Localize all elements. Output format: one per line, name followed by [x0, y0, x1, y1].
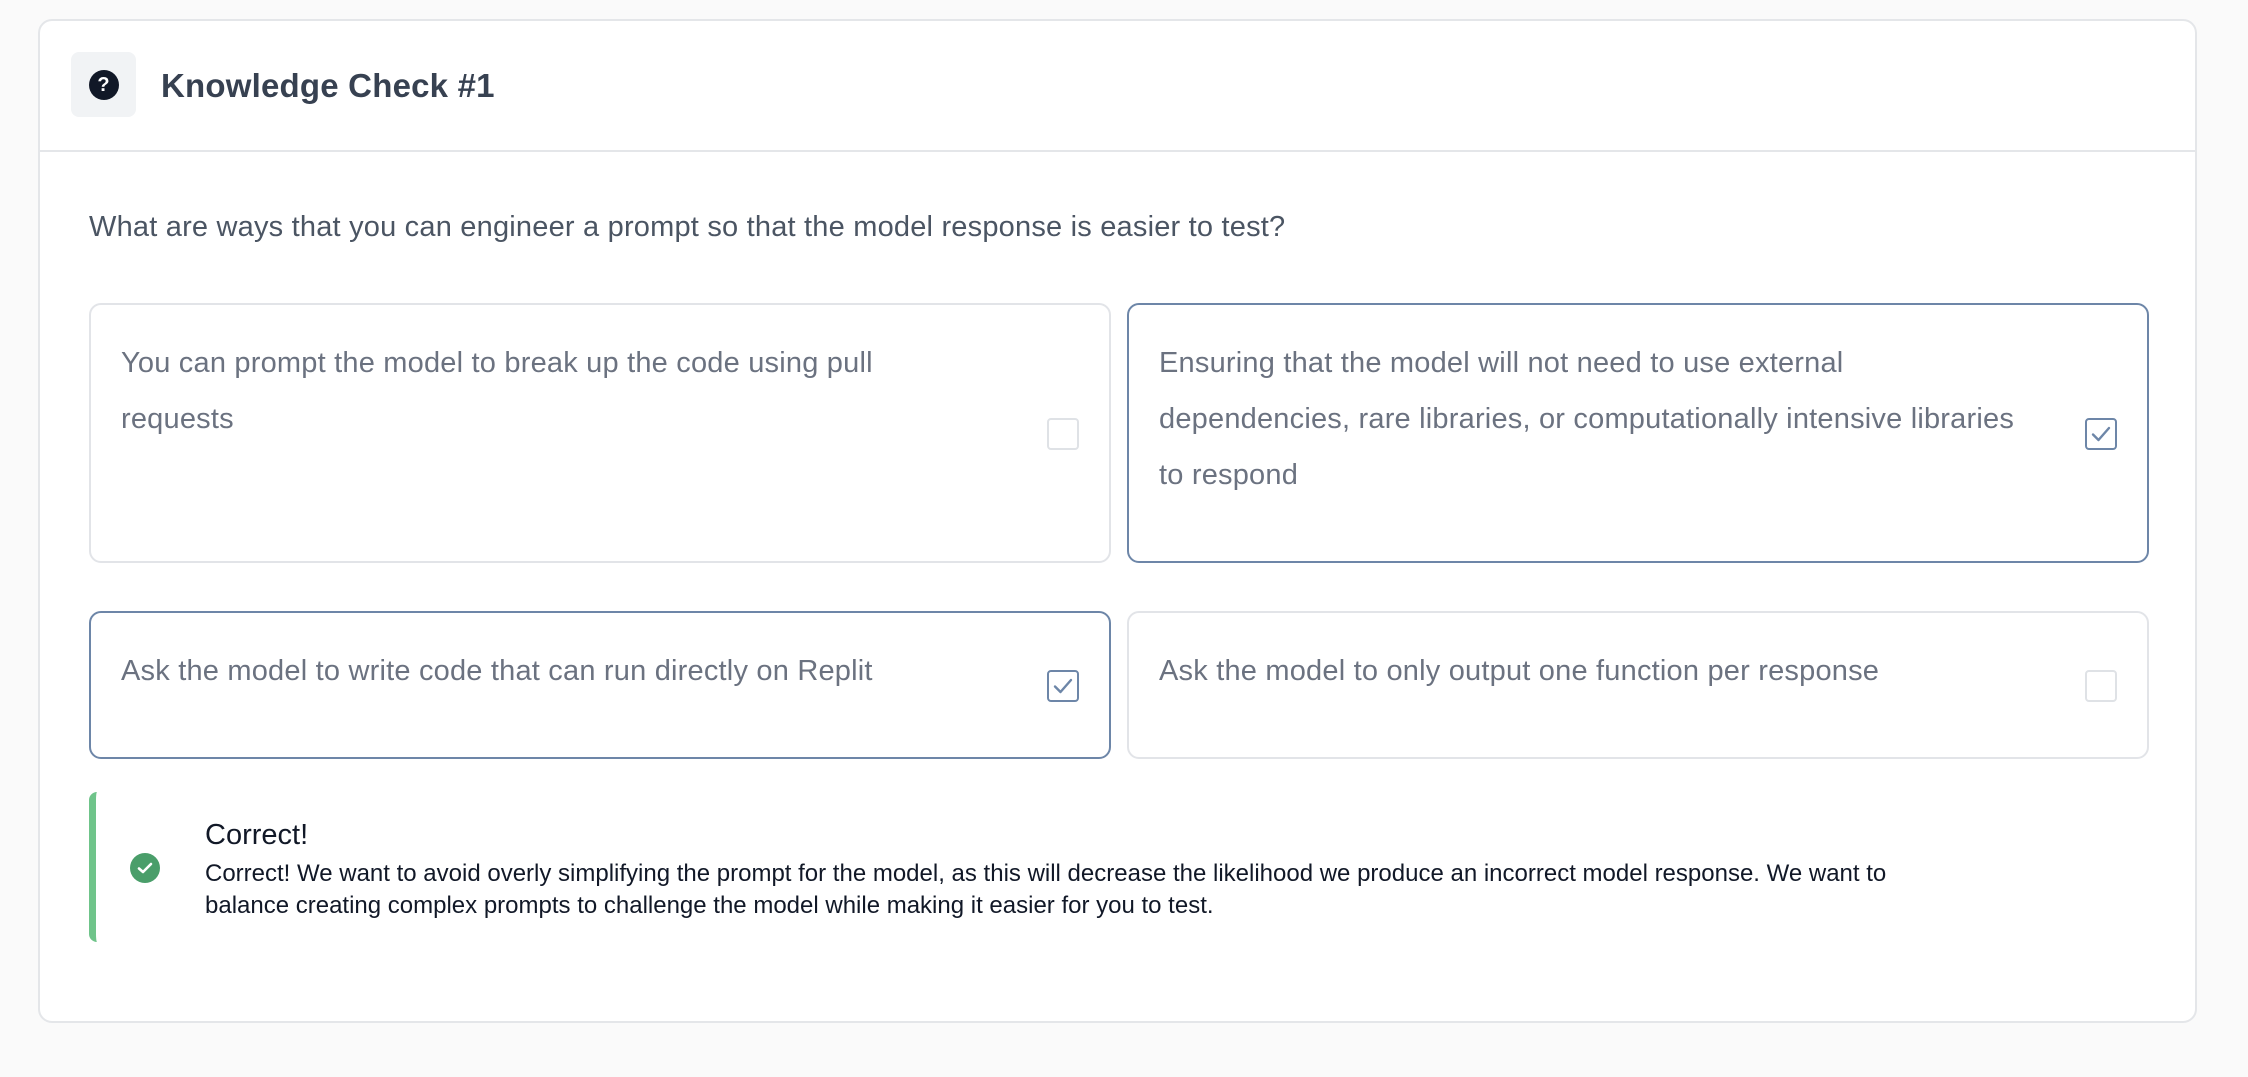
option-checkbox[interactable] — [2085, 418, 2117, 450]
checkmark-icon — [1053, 678, 1073, 694]
card-header: ? Knowledge Check #1 — [40, 21, 2195, 152]
checkmark-icon — [2091, 426, 2111, 442]
answer-option-4[interactable]: Ask the model to only output one functio… — [1127, 611, 2149, 759]
option-checkbox[interactable] — [1047, 670, 1079, 702]
option-label: Ask the model to only output one functio… — [1159, 655, 1880, 687]
answer-option-2[interactable]: Ensuring that the model will not need to… — [1127, 303, 2149, 563]
option-checkbox[interactable] — [1047, 418, 1079, 450]
check-circle-icon — [130, 853, 160, 883]
card-title: Knowledge Check #1 — [161, 67, 495, 104]
answer-option-1[interactable]: You can prompt the model to break up the… — [89, 303, 1111, 563]
option-label: Ask the model to write code that can run… — [121, 655, 873, 687]
question-text: What are ways that you can engineer a pr… — [89, 211, 1286, 243]
answer-option-3[interactable]: Ask the model to write code that can run… — [89, 611, 1111, 759]
question-circle-icon: ? — [88, 69, 119, 100]
option-label: Ensuring that the model will not need to… — [1159, 347, 2015, 491]
option-checkbox[interactable] — [2085, 670, 2117, 702]
knowledge-check-card: ? Knowledge Check #1 What are ways that … — [38, 19, 2197, 1023]
question-icon-box: ? — [71, 52, 136, 117]
option-label: You can prompt the model to break up the… — [121, 347, 873, 435]
feedback-panel: Correct! Correct! We want to avoid overl… — [89, 792, 2139, 942]
feedback-message: Correct! We want to avoid overly simplif… — [205, 860, 1887, 919]
feedback-title: Correct! — [205, 819, 309, 851]
